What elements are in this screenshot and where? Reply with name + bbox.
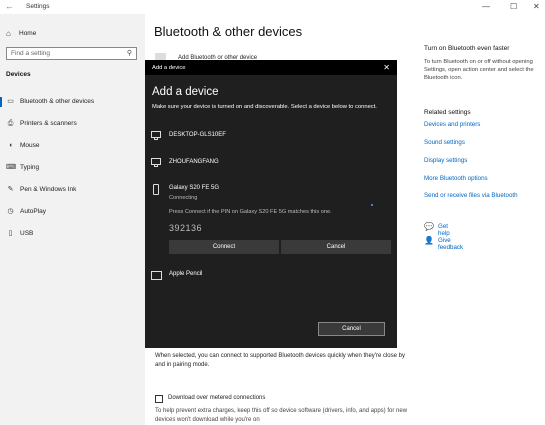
- sidebar-item-bluetooth[interactable]: ▭ Bluetooth & other devices: [0, 94, 145, 110]
- autoplay-icon: ◷: [7, 208, 14, 215]
- device-item[interactable]: Apple Pencil: [145, 268, 397, 284]
- sidebar-item-label: Typing: [20, 164, 40, 171]
- phone-icon: [153, 184, 165, 195]
- back-arrow-icon[interactable]: ←: [5, 1, 14, 11]
- sidebar-item-autoplay[interactable]: ◷ AutoPlay: [0, 204, 145, 220]
- related-settings-title: Related settings: [424, 109, 471, 116]
- search-icon: ⚲: [126, 50, 132, 57]
- dialog-title-bar: Add a device ✕: [145, 60, 397, 75]
- swift-pair-description: When selected, you can connect to suppor…: [155, 353, 405, 368]
- pin-code: 392136: [169, 223, 203, 233]
- pin-instruction: Press Connect if the PIN on Galaxy S20 F…: [169, 209, 332, 215]
- close-icon[interactable]: ✕: [383, 63, 390, 72]
- device-item-selected[interactable]: Galaxy S20 FE 5G Connecting Press Connec…: [145, 182, 397, 258]
- mouse-icon: ◖: [8, 142, 13, 149]
- home-icon: ⌂: [6, 29, 11, 38]
- sidebar-item-pen[interactable]: ✎ Pen & Windows Ink: [0, 182, 145, 198]
- bluetooth-icon: ▭: [7, 98, 14, 105]
- turn-on-bluetooth-title: Turn on Bluetooth even faster: [424, 45, 510, 52]
- input-device-icon: [151, 271, 163, 281]
- usb-icon: ▯: [8, 230, 13, 237]
- window-title-bar: ← Settings — ☐ ✕: [0, 0, 545, 14]
- sidebar-item-label: Mouse: [20, 142, 40, 149]
- connect-button[interactable]: Connect: [169, 240, 279, 254]
- dialog-heading: Add a device: [152, 86, 219, 98]
- link-display-settings[interactable]: Display settings: [424, 157, 467, 164]
- link-sound-settings[interactable]: Sound settings: [424, 139, 465, 146]
- device-name: ZHOUFANGFANG: [169, 159, 219, 165]
- page-title: Bluetooth & other devices: [154, 24, 303, 39]
- device-name: Galaxy S20 FE 5G: [169, 185, 220, 191]
- device-name: DESKTOP-GLS10EF: [169, 132, 226, 138]
- sidebar-item-label: USB: [20, 230, 34, 237]
- sidebar-item-label: Pen & Windows Ink: [20, 186, 77, 193]
- keyboard-icon: ⌨: [6, 164, 17, 171]
- search-placeholder: Find a setting: [11, 50, 51, 57]
- progress-dot: [371, 204, 373, 206]
- sidebar-item-mouse[interactable]: ◖ Mouse: [0, 138, 145, 154]
- sidebar-section-title: Devices: [6, 71, 31, 78]
- sidebar-home-label: Home: [19, 30, 37, 37]
- sidebar-item-typing[interactable]: ⌨ Typing: [0, 160, 145, 176]
- close-window-icon[interactable]: ✕: [533, 2, 540, 11]
- cancel-pairing-button[interactable]: Cancel: [281, 240, 391, 254]
- link-send-receive-files[interactable]: Send or receive files via Bluetooth: [424, 192, 518, 199]
- sidebar-home[interactable]: ⌂ Home: [0, 27, 145, 41]
- get-help-label: Get help: [438, 223, 450, 237]
- device-name: Apple Pencil: [169, 271, 203, 277]
- sidebar-item-printers[interactable]: ⎙ Printers & scanners: [0, 116, 145, 132]
- metered-label[interactable]: Download over metered connections: [168, 394, 265, 403]
- turn-on-bluetooth-text: To turn Bluetooth on or off without open…: [424, 59, 534, 81]
- help-icon: 💬: [424, 222, 434, 231]
- add-device-dialog: Add a device ✕ Add a device Make sure yo…: [145, 60, 397, 348]
- dialog-cancel-button[interactable]: Cancel: [318, 322, 385, 336]
- computer-icon: [151, 158, 163, 168]
- maximize-icon[interactable]: ☐: [510, 2, 517, 11]
- selection-indicator: [0, 97, 2, 107]
- connecting-status: Connecting: [169, 195, 198, 201]
- dialog-subtitle: Make sure your device is turned on and d…: [152, 104, 377, 110]
- printer-icon: ⎙: [7, 120, 14, 127]
- metered-checkbox[interactable]: [155, 395, 163, 403]
- pen-icon: ✎: [7, 186, 14, 193]
- sidebar-item-label: Bluetooth & other devices: [20, 98, 95, 105]
- link-devices-and-printers[interactable]: Devices and printers: [424, 121, 480, 128]
- search-input[interactable]: Find a setting ⚲: [6, 47, 137, 60]
- device-item[interactable]: ZHOUFANGFANG: [145, 155, 397, 171]
- computer-icon: [151, 131, 163, 141]
- window-title: Settings: [26, 3, 50, 10]
- sidebar-item-label: Printers & scanners: [20, 120, 77, 127]
- sidebar-item-usb[interactable]: ▯ USB: [0, 226, 145, 242]
- metered-description: To help prevent extra charges, keep this…: [155, 408, 408, 423]
- feedback-icon: 👤: [424, 236, 434, 245]
- give-feedback-label: Give feedback: [438, 237, 464, 251]
- sidebar-item-label: AutoPlay: [20, 208, 47, 215]
- device-item[interactable]: DESKTOP-GLS10EF: [145, 128, 397, 144]
- minimize-icon[interactable]: —: [482, 2, 490, 11]
- link-more-bluetooth-options[interactable]: More Bluetooth options: [424, 175, 488, 182]
- dialog-title: Add a device: [152, 65, 186, 71]
